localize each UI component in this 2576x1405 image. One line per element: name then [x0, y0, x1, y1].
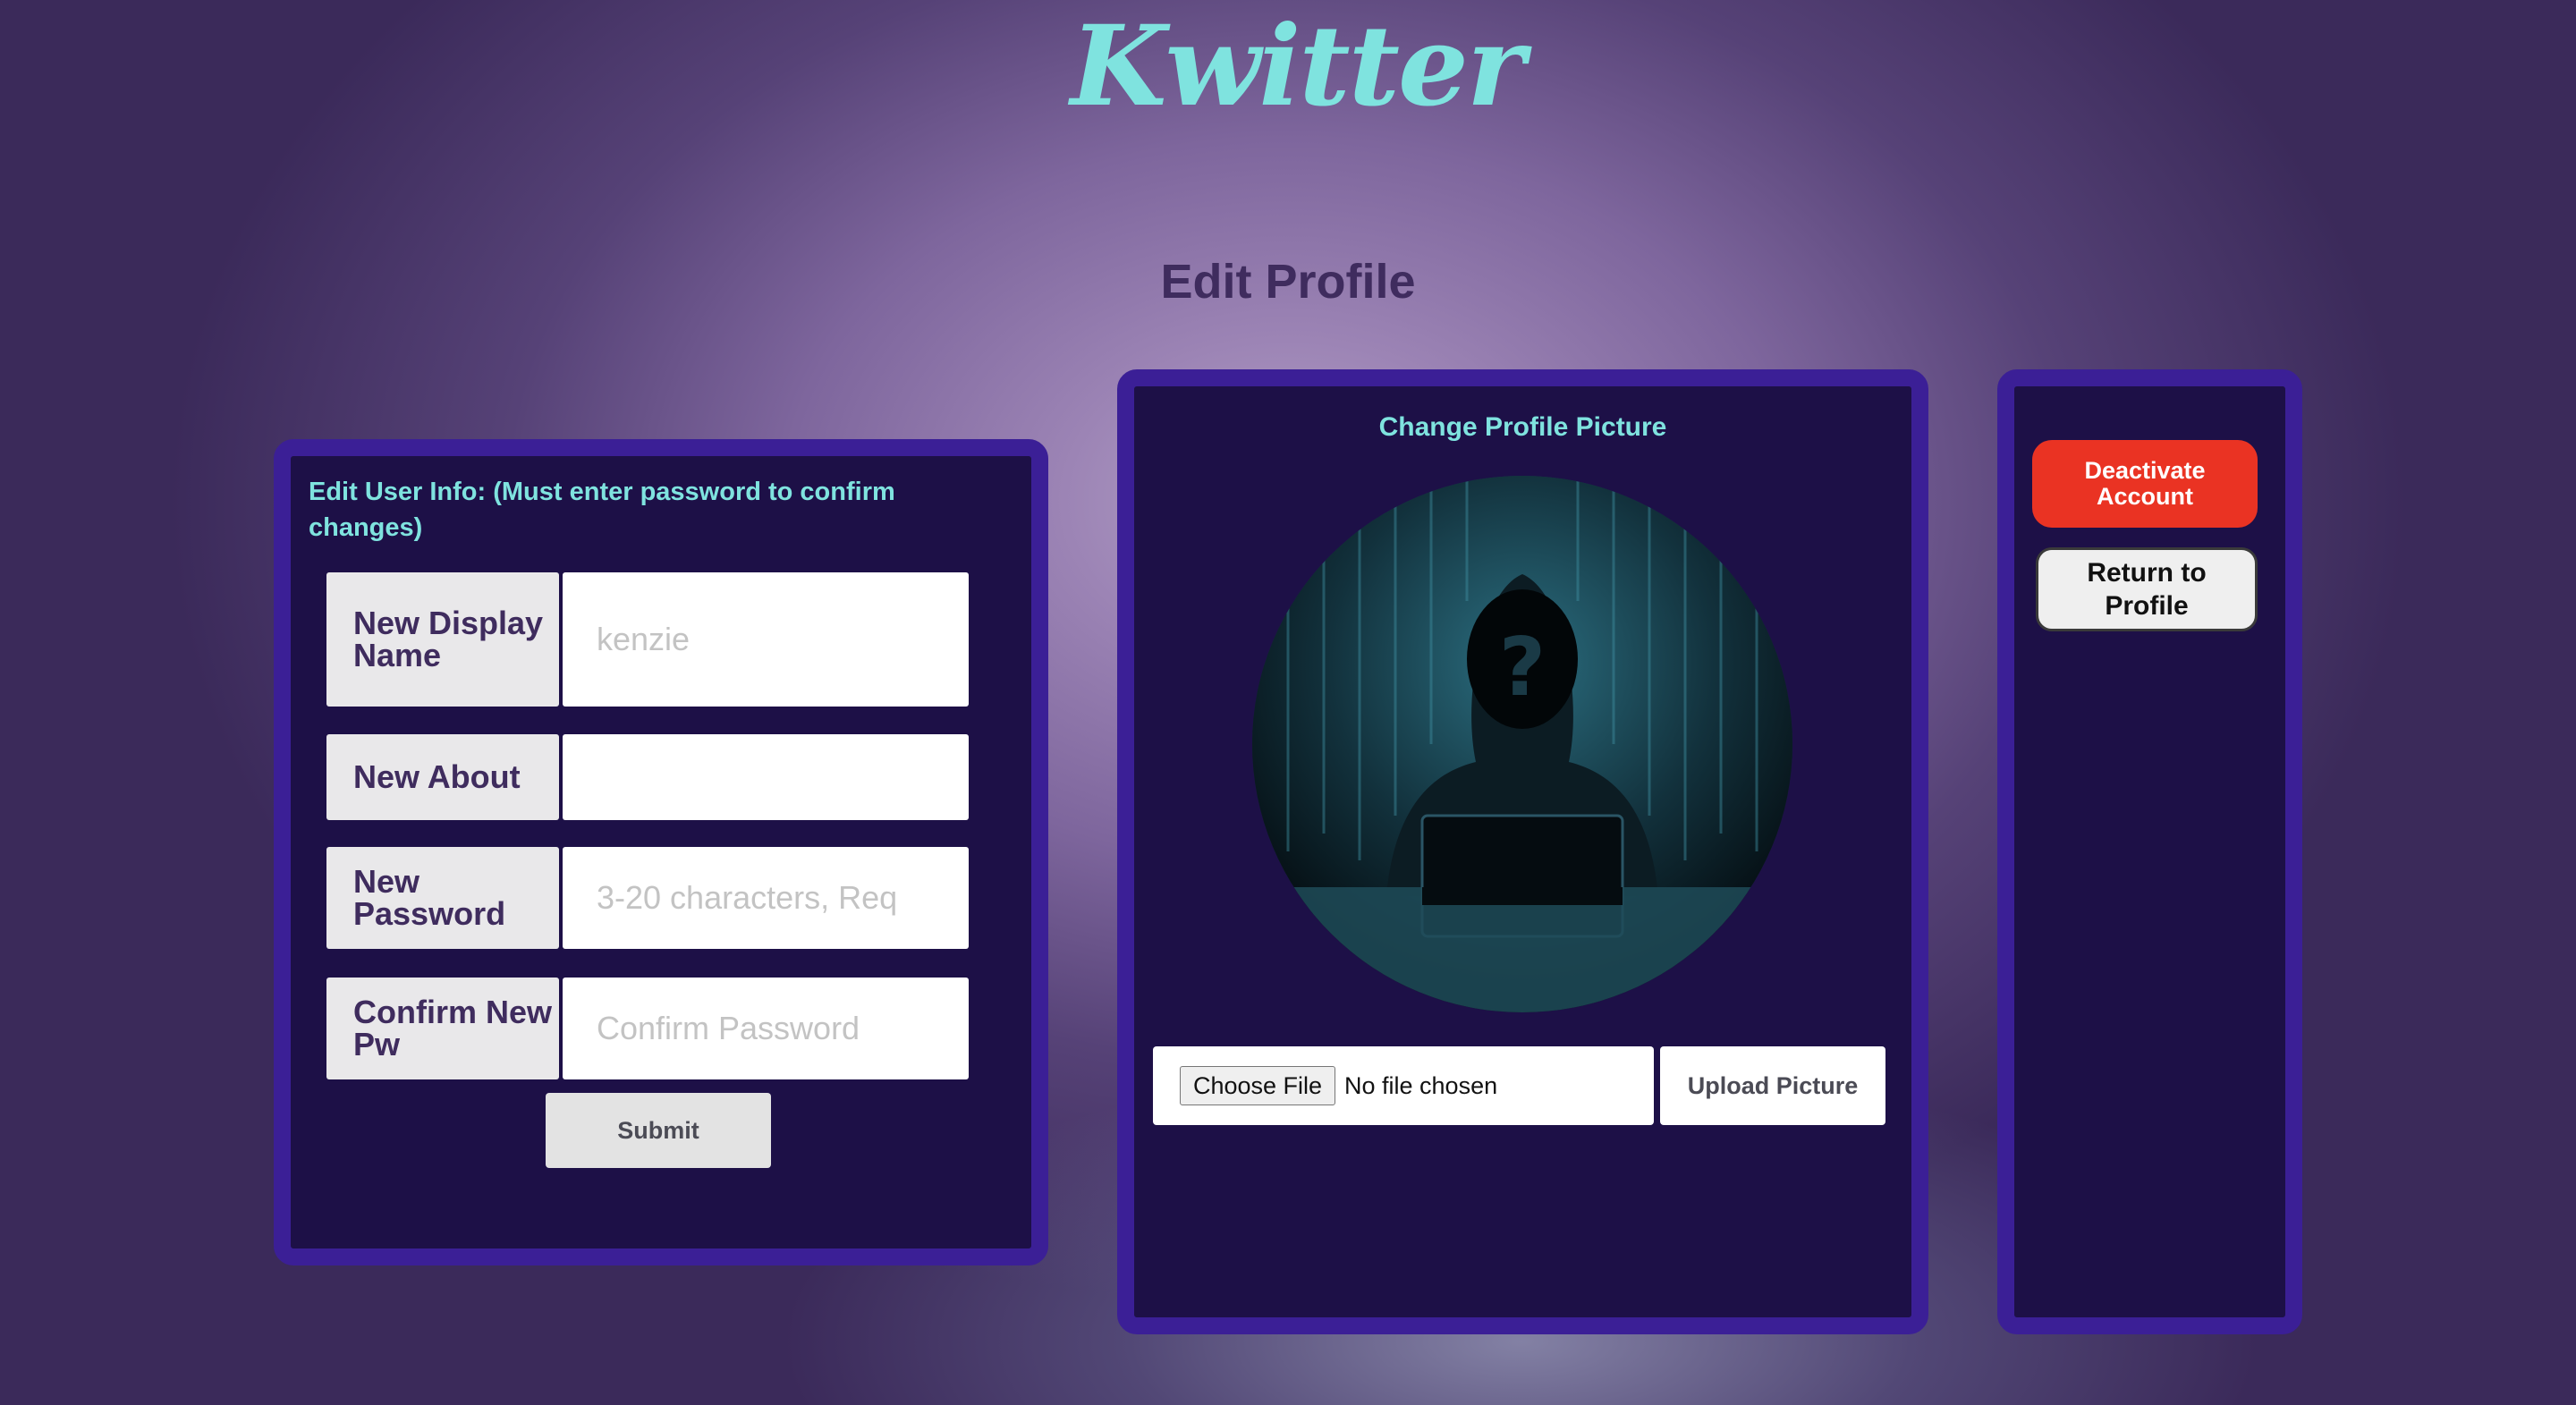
- app-logo[interactable]: Kwitter: [1029, 0, 1565, 143]
- submit-button[interactable]: Submit: [546, 1093, 771, 1168]
- password-input[interactable]: [563, 847, 969, 949]
- svg-text:?: ?: [1499, 621, 1546, 715]
- return-to-profile-button[interactable]: Return to Profile: [2036, 547, 2258, 631]
- choose-file-button[interactable]: Choose File: [1180, 1066, 1335, 1105]
- page-title: Edit Profile: [1160, 255, 1416, 309]
- edit-user-info-panel: Edit User Info: (Must enter password to …: [274, 439, 1048, 1265]
- profile-picture-heading: Change Profile Picture: [1378, 412, 1667, 442]
- confirm-password-label: Confirm New Pw: [326, 978, 559, 1079]
- hooded-hacker-icon: ?: [1252, 476, 1792, 1012]
- file-input[interactable]: Choose File No file chosen: [1153, 1046, 1654, 1125]
- upload-picture-button[interactable]: Upload Picture: [1660, 1046, 1885, 1125]
- about-label: New About: [326, 734, 559, 820]
- edit-user-info-heading: Edit User Info: (Must enter password to …: [309, 478, 895, 542]
- display-name-label: New Display Name: [326, 572, 559, 707]
- confirm-password-input[interactable]: [563, 978, 969, 1079]
- display-name-input[interactable]: [563, 572, 969, 707]
- password-label: New Password: [326, 847, 559, 949]
- about-input[interactable]: [563, 734, 969, 820]
- account-actions-panel: Deactivate Account Return to Profile: [1997, 369, 2302, 1334]
- file-status-text: No file chosen: [1344, 1072, 1498, 1099]
- profile-picture-panel: Change Profile Picture ? Choose File No …: [1117, 369, 1928, 1334]
- deactivate-account-button[interactable]: Deactivate Account: [2032, 440, 2258, 528]
- profile-avatar: ?: [1252, 476, 1792, 1012]
